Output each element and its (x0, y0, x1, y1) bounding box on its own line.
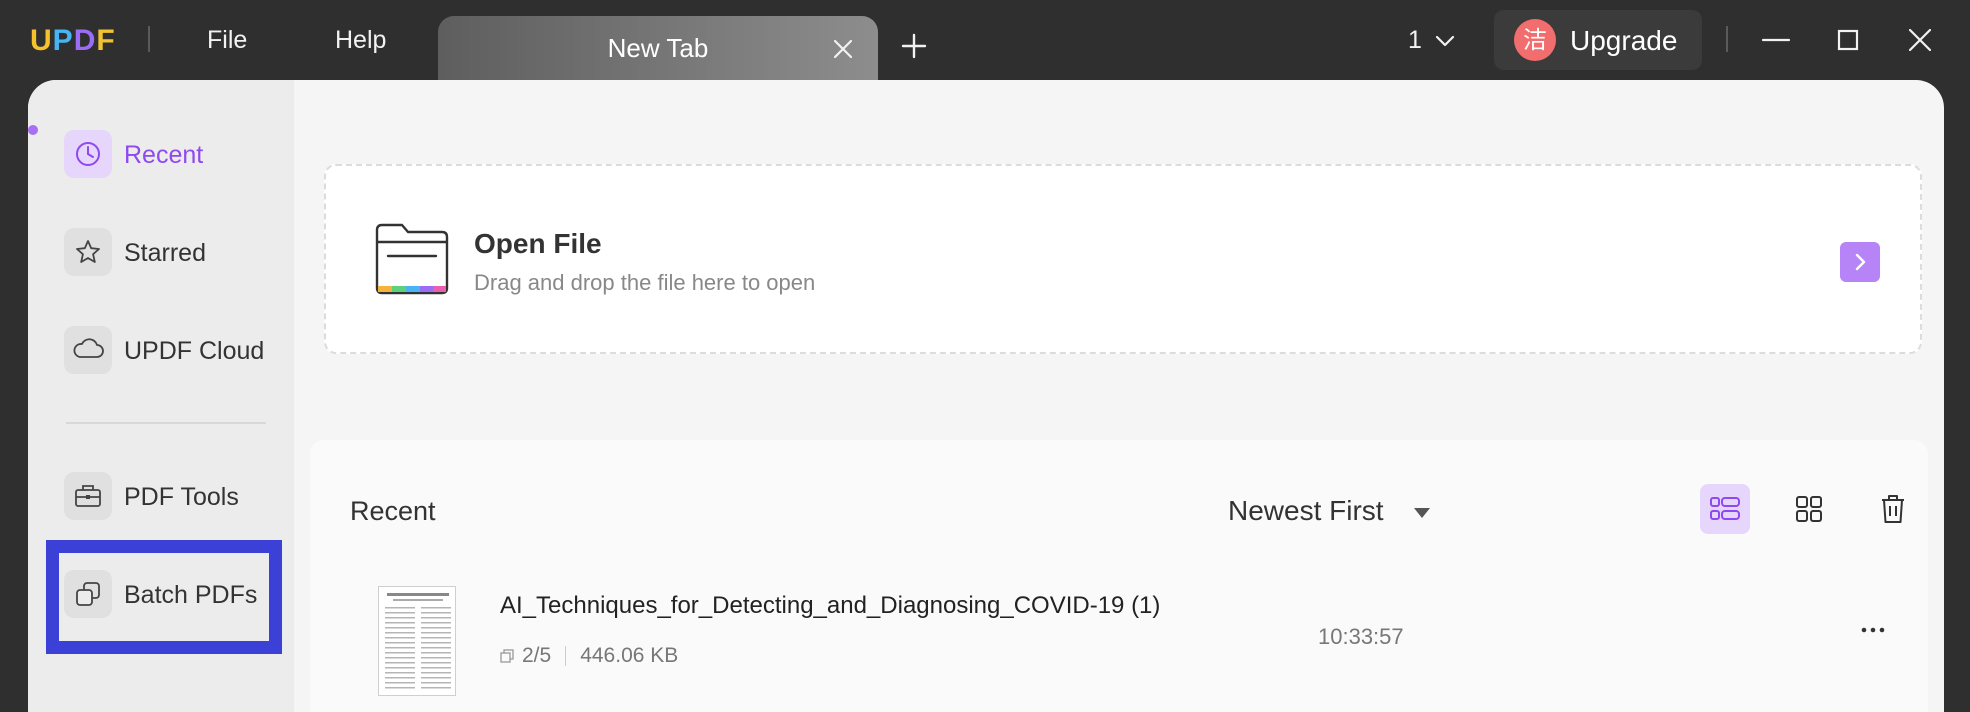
maximize-icon[interactable] (1830, 22, 1866, 58)
caret-down-icon[interactable] (1414, 508, 1430, 518)
title-separator (1726, 26, 1728, 52)
logo-letter: P (52, 24, 74, 57)
list-view-icon (1710, 497, 1740, 520)
open-file-subtitle: Drag and drop the file here to open (474, 270, 816, 295)
clock-icon (64, 130, 112, 178)
recent-heading: Recent (350, 496, 436, 526)
chevron-right-icon (1855, 253, 1866, 271)
close-icon[interactable] (830, 36, 856, 62)
sidebar-divider (66, 422, 266, 424)
file-meta: 2/5 446.06 KB (500, 644, 678, 668)
star-icon (64, 228, 112, 276)
folder-icon (375, 223, 449, 295)
delete-button[interactable] (1868, 484, 1918, 534)
title-bar: UPDF File Help New Tab 1 洁 Upgrade (0, 0, 1970, 80)
sidebar-item-pdf-tools[interactable]: PDF Tools (64, 470, 274, 522)
file-time: 10:33:57 (1318, 624, 1404, 649)
logo-letter: F (96, 24, 116, 57)
title-separator (148, 26, 150, 52)
avatar: 洁 (1514, 19, 1556, 61)
open-file-card[interactable]: Open File Drag and drop the file here to… (324, 164, 1922, 354)
list-item[interactable]: AI_Techniques_for_Detecting_and_Diagnosi… (350, 580, 1890, 700)
plus-icon[interactable] (900, 32, 928, 60)
sidebar-item-label: UPDF Cloud (124, 337, 265, 365)
meta-separator (565, 646, 567, 667)
sidebar-item-label: PDF Tools (124, 483, 239, 511)
sidebar-item-starred[interactable]: Starred (64, 226, 274, 278)
sidebar-item-label: Recent (124, 141, 204, 169)
tab-new-tab[interactable]: New Tab (438, 16, 878, 80)
minimize-icon[interactable] (1758, 22, 1794, 58)
file-name: AI_Techniques_for_Detecting_and_Diagnosi… (500, 592, 1161, 619)
file-thumbnail (378, 586, 456, 696)
file-size: 446.06 KB (580, 644, 679, 667)
sidebar-item-updf-cloud[interactable]: UPDF Cloud (64, 324, 274, 376)
chevron-down-icon[interactable] (1434, 30, 1456, 52)
close-window-icon[interactable] (1902, 22, 1938, 58)
menu-help[interactable]: Help (335, 26, 386, 55)
grid-view-button[interactable] (1784, 484, 1834, 534)
cloud-icon (64, 326, 112, 374)
logo-letter: U (30, 24, 53, 57)
sidebar-item-label: Starred (124, 239, 206, 267)
more-icon[interactable] (1858, 620, 1888, 640)
grid-view-icon (1796, 496, 1822, 522)
window-count[interactable]: 1 (1408, 26, 1422, 55)
briefcase-icon (64, 472, 112, 520)
selection-highlight (46, 540, 282, 654)
sidebar-indicator (28, 125, 38, 135)
menu-file[interactable]: File (207, 26, 247, 55)
recent-panel: Recent Newest First AI_Techniques_for_De… (310, 440, 1928, 712)
sidebar-item-recent[interactable]: Recent (64, 128, 274, 180)
pages-icon (500, 649, 514, 664)
logo-letter: D (73, 24, 97, 57)
main-window: Recent Starred UPDF Cloud PDF Tools Batc… (28, 80, 1944, 712)
list-view-button[interactable] (1700, 484, 1750, 534)
open-file-button[interactable] (1840, 242, 1880, 282)
upgrade-button[interactable]: 洁 Upgrade (1494, 10, 1702, 70)
sort-dropdown[interactable]: Newest First (1228, 495, 1384, 527)
trash-icon (1882, 495, 1904, 523)
updf-logo: UPDF (30, 24, 116, 58)
file-pages: 2/5 (522, 644, 552, 667)
open-file-title: Open File (474, 228, 602, 259)
tab-title: New Tab (607, 33, 709, 63)
upgrade-label: Upgrade (1570, 25, 1678, 56)
sidebar: Recent Starred UPDF Cloud PDF Tools Batc… (28, 80, 294, 712)
